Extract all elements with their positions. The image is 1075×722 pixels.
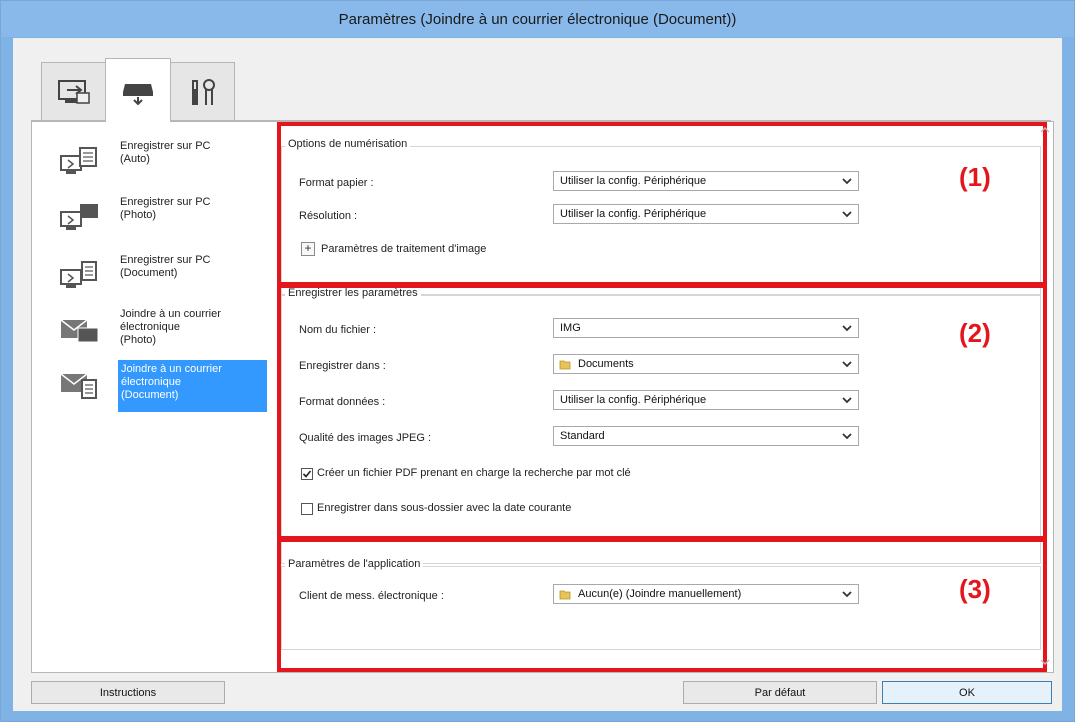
sidebar-item-save-pc-photo[interactable]: Enregistrer sur PC (Photo) — [54, 192, 274, 248]
default-button[interactable]: Par défaut — [683, 681, 877, 704]
sidebar-item-label: Enregistrer sur PC (Auto) — [120, 140, 211, 165]
email-document-icon — [60, 373, 97, 399]
ok-button[interactable]: OK — [882, 681, 1052, 704]
sidebar-item-label: Joindre à un courrier électronique (Docu… — [118, 360, 274, 412]
save-to-pc-document-icon — [60, 261, 97, 288]
settings-window: Paramètres (Joindre à un courrier électr… — [0, 0, 1075, 722]
function-list: Enregistrer sur PC (Auto) Enregistrer su… — [31, 121, 274, 673]
sidebar-item-label: Enregistrer sur PC (Photo) — [120, 196, 211, 221]
scroll-up-icon[interactable] — [1040, 126, 1050, 134]
dialog-client-area: Enregistrer sur PC (Auto) Enregistrer su… — [13, 38, 1062, 711]
sidebar-item-save-pc-auto[interactable]: Enregistrer sur PC (Auto) — [54, 136, 274, 192]
sidebar-item-label: Enregistrer sur PC (Document) — [120, 254, 211, 279]
sidebar-item-save-pc-document[interactable]: Enregistrer sur PC (Document) — [54, 250, 274, 306]
tab-general-settings[interactable] — [41, 62, 107, 121]
email-photo-icon — [60, 319, 99, 343]
annotation-box-2 — [277, 284, 1047, 540]
sidebar-item-email-photo[interactable]: Joindre à un courrier électronique (Phot… — [54, 304, 274, 360]
window-title: Paramètres (Joindre à un courrier électr… — [338, 10, 737, 28]
sidebar-item-email-document[interactable]: Joindre à un courrier électronique (Docu… — [54, 358, 274, 414]
tools-icon — [192, 79, 215, 105]
tab-scanner-settings[interactable] — [105, 58, 171, 122]
scroll-down-icon[interactable] — [1040, 658, 1050, 666]
save-to-pc-auto-icon — [60, 147, 97, 174]
tab-tools-settings[interactable] — [169, 62, 235, 121]
computer-scan-icon — [58, 80, 90, 104]
sidebar-item-label: Joindre à un courrier électronique (Phot… — [120, 308, 221, 346]
annotation-box-1 — [277, 122, 1047, 286]
annotation-box-3 — [277, 538, 1047, 672]
scanner-icon — [123, 83, 153, 105]
settings-panel: Options de numérisation Format papier : … — [267, 121, 1054, 673]
instructions-button[interactable]: Instructions — [31, 681, 225, 704]
save-to-pc-photo-icon — [60, 204, 98, 230]
window-title-bar: Paramètres (Joindre à un courrier électr… — [1, 1, 1074, 37]
